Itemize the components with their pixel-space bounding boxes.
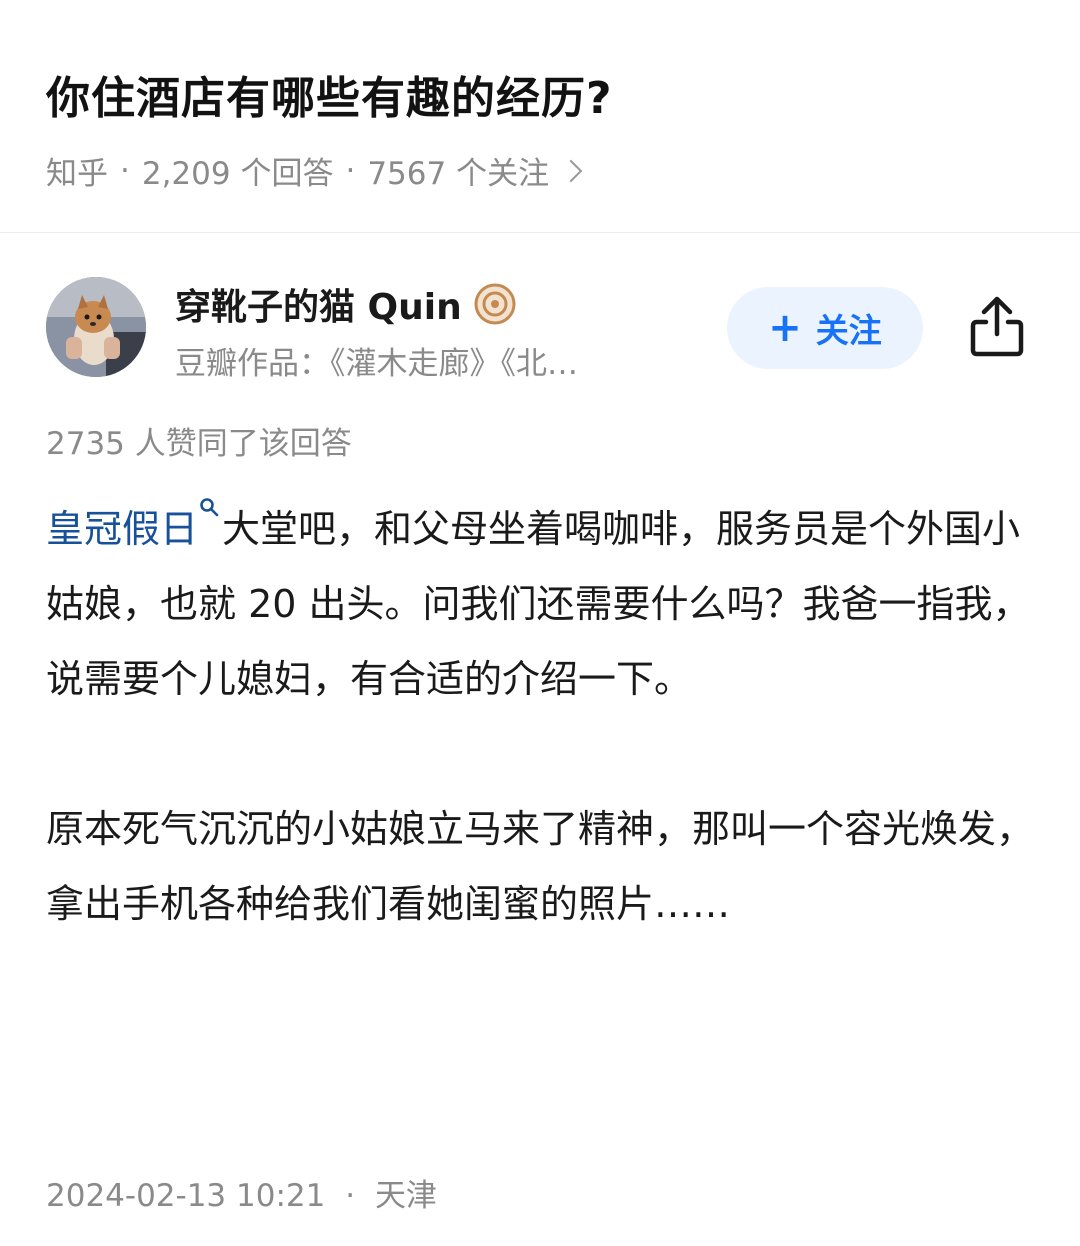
- followers-count: 7567 个关注: [367, 156, 550, 192]
- share-icon[interactable]: [968, 294, 1026, 358]
- avatar-dog-photo: [46, 277, 146, 377]
- question-meta[interactable]: 知乎 · 2,209 个回答 · 7567 个关注: [46, 148, 583, 193]
- answer-date: 2024-02-13 10:21: [46, 1178, 326, 1214]
- meta-separator: ·: [120, 152, 130, 189]
- chevron-right-icon: [559, 159, 583, 182]
- keyword-link[interactable]: 皇冠假日: [46, 507, 198, 551]
- answer-paragraph: 原本死气沉沉的小姑娘立马来了精神，那叫一个容光焕发，拿出手机各种给我们看她闺蜜的…: [46, 807, 1035, 926]
- follow-button[interactable]: + 关注: [727, 287, 923, 369]
- question-source: 知乎: [46, 156, 108, 192]
- author-avatar[interactable]: [46, 277, 146, 377]
- plus-icon: +: [768, 305, 802, 351]
- footer-separator: ·: [345, 1178, 356, 1214]
- answers-count: 2,209 个回答: [141, 156, 334, 192]
- answer-footer: 2024-02-13 10:21 · 天津: [46, 1170, 437, 1215]
- answer-paragraph: 皇冠假日 大堂吧，和父母坐着喝咖啡，服务员是个外国小姑娘，也就 20 出头。问我们…: [46, 492, 1036, 717]
- answer-location: 天津: [374, 1178, 437, 1214]
- answer-content: 皇冠假日 大堂吧，和父母坐着喝咖啡，服务员是个外国小姑娘，也就 20 出头。问我们…: [46, 492, 1036, 942]
- meta-separator: ·: [345, 152, 356, 189]
- author-bio: 豆瓣作品：《灌木走廊》《北…: [175, 346, 578, 382]
- question-title[interactable]: 你住酒店有哪些有趣的经历?: [46, 62, 613, 126]
- author-name-text: 穿靴子的猫 Quin: [175, 287, 462, 328]
- badge-icon: [474, 283, 516, 325]
- section-divider: [0, 232, 1080, 233]
- vote-count: 2735 人赞同了该回答: [46, 426, 352, 462]
- search-icon[interactable]: [198, 496, 220, 518]
- author-name[interactable]: 穿靴子的猫 Quin: [175, 278, 516, 330]
- follow-label: 关注: [815, 311, 882, 350]
